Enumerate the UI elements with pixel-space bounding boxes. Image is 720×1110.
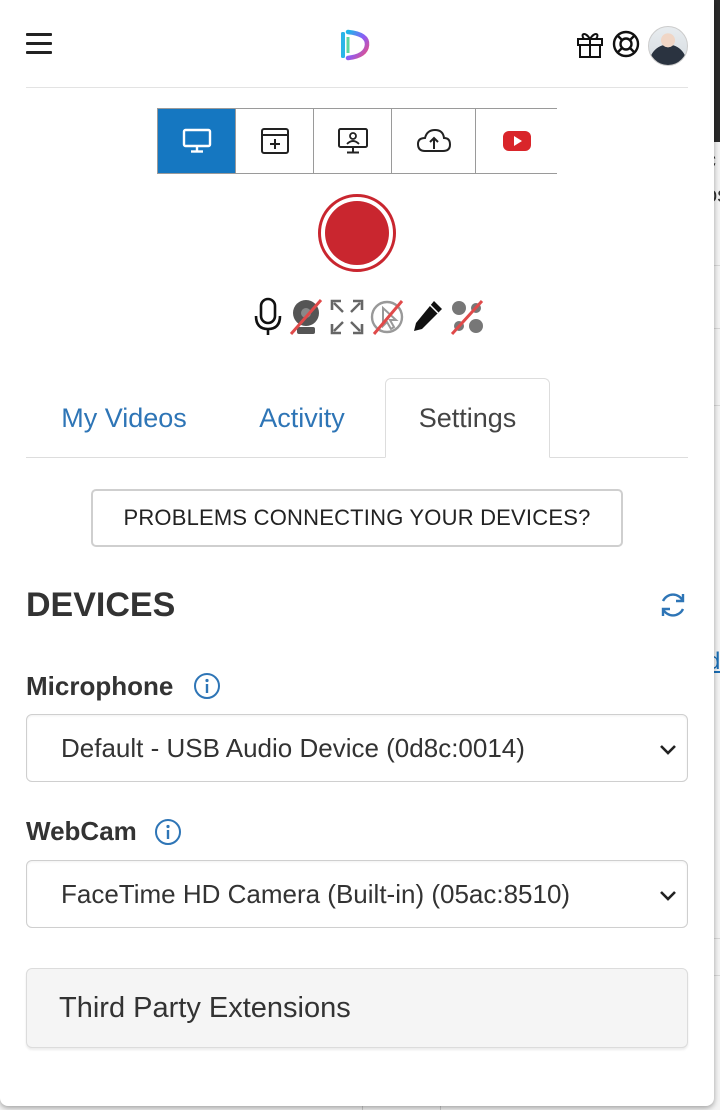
tab-my-videos[interactable]: My Videos <box>44 378 204 458</box>
tab-settings[interactable]: Settings <box>385 378 550 458</box>
problems-connecting-button[interactable]: PROBLEMS CONNECTING YOUR DEVICES? <box>91 489 623 547</box>
microphone-select[interactable]: Default - USB Audio Device (0d8c:0014) <box>26 714 688 782</box>
blur-off-icon[interactable] <box>448 296 486 338</box>
microphone-info-icon[interactable] <box>193 672 221 700</box>
gift-icon[interactable] <box>574 28 606 60</box>
screen-with-person-icon <box>337 128 368 154</box>
microphone-select-value: Default - USB Audio Device (0d8c:0014) <box>61 732 525 763</box>
tab-activity[interactable]: Activity <box>232 378 372 458</box>
source-upload-button[interactable] <box>392 109 476 173</box>
dubb-logo-icon <box>341 29 370 61</box>
webcam-label: WebCam <box>26 816 137 846</box>
cloud-upload-icon <box>416 128 451 152</box>
source-window-button[interactable] <box>236 109 314 173</box>
microphone-label: Microphone <box>26 671 174 701</box>
youtube-icon <box>503 131 531 151</box>
webcam-select[interactable]: FaceTime HD Camera (Built-in) (05ac:8510… <box>26 860 688 928</box>
source-screen-camera-button[interactable] <box>314 109 392 173</box>
hamburger-menu-icon[interactable] <box>26 33 52 55</box>
lifebuoy-icon[interactable] <box>610 28 642 60</box>
microphone-icon[interactable] <box>249 296 287 338</box>
webcam-select-value: FaceTime HD Camera (Built-in) (05ac:8510… <box>61 878 571 909</box>
webcam-off-icon[interactable] <box>287 296 325 338</box>
webcam-info-icon[interactable] <box>154 818 182 846</box>
source-screen-button[interactable] <box>158 109 236 173</box>
user-avatar[interactable] <box>648 26 688 66</box>
third-party-extensions-panel[interactable]: Third Party Extensions <box>26 968 688 1048</box>
pencil-icon[interactable] <box>408 296 446 338</box>
recording-source-toolbar <box>157 108 558 174</box>
cursor-highlight-off-icon[interactable] <box>368 296 406 338</box>
source-youtube-button[interactable] <box>476 109 558 173</box>
fullscreen-icon[interactable] <box>328 296 366 338</box>
extension-popup: My Videos Activity Settings PROBLEMS CON… <box>0 0 714 1106</box>
devices-heading: DEVICES <box>26 586 176 624</box>
popup-header <box>26 18 688 88</box>
chevron-down-icon <box>660 891 676 901</box>
record-button[interactable] <box>318 194 396 272</box>
add-window-icon <box>260 128 289 154</box>
chevron-down-icon <box>660 745 676 755</box>
refresh-icon[interactable] <box>657 589 689 621</box>
monitor-icon <box>182 128 211 153</box>
